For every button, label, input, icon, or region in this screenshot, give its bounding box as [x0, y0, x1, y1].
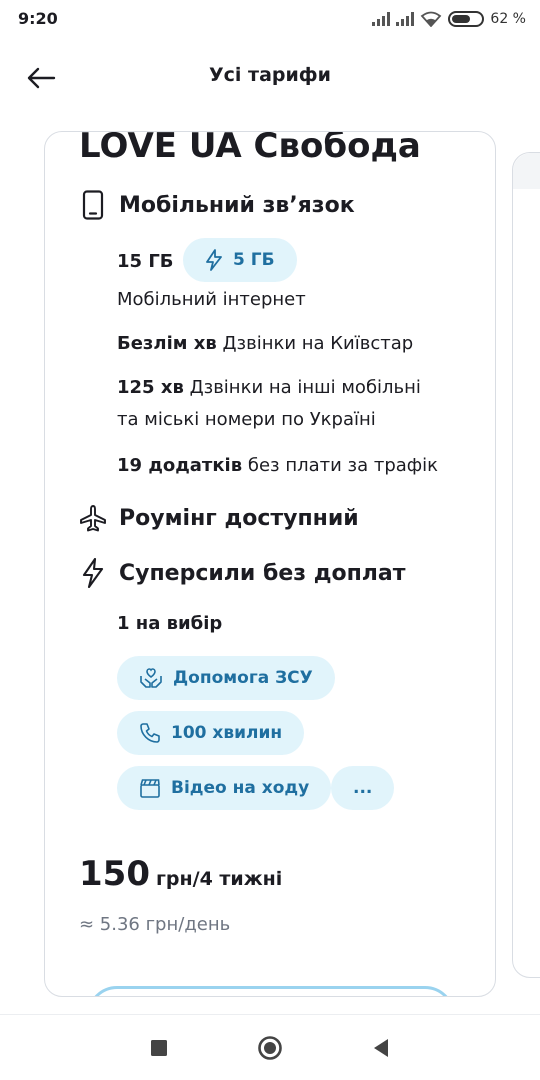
next-plan-card[interactable]: [512, 152, 540, 978]
calls-kyivstar: Безлім хв Дзвінки на Київстар: [117, 328, 413, 360]
wifi-icon: [421, 11, 442, 27]
section-superpowers-title: Суперсили без доплат: [119, 560, 406, 586]
calls-other: 125 хв Дзвінки на інші мобільні: [117, 372, 421, 404]
phone-icon: [79, 190, 107, 220]
option-label-minutes: 100 хвилин: [171, 723, 283, 743]
clapperboard-icon: [140, 779, 160, 798]
square-icon: [151, 1040, 167, 1056]
apps-amount: 19 додатків: [117, 455, 243, 476]
apps-free: 19 додатків без плати за трафік: [117, 450, 438, 482]
lightning-icon: [79, 558, 107, 588]
option-chip-zsu[interactable]: Допомога ЗСУ: [117, 656, 335, 700]
superpowers-choice: 1 на вибір: [117, 613, 223, 634]
page-title: Усі тарифи: [209, 64, 331, 86]
status-icons: 62 %: [372, 9, 526, 29]
plan-card: LOVE UA Свобода Мобільний зв’язок 15 ГБ …: [44, 131, 496, 997]
more-options-label: ...: [353, 778, 373, 798]
price-per-day: ≈ 5.36 грн/день: [79, 914, 231, 935]
recents-button[interactable]: [146, 1035, 172, 1061]
bonus-data-label: 5 ГБ: [233, 250, 275, 270]
phone-call-icon: [140, 723, 160, 743]
battery-icon: [448, 11, 485, 27]
triangle-back-icon: [374, 1039, 388, 1057]
calls-other-text: Дзвінки на інші мобільні: [183, 377, 421, 398]
navigation-bar: [0, 1014, 540, 1080]
price-value: 150: [79, 854, 150, 894]
section-roaming: Роумінг доступний: [79, 503, 359, 533]
data-label: Мобільний інтернет: [117, 289, 306, 310]
apps-text: без плати за трафік: [242, 455, 439, 476]
status-bar: 9:20 62 %: [0, 0, 540, 40]
calls-kyivstar-text: Дзвінки на Київстар: [216, 333, 414, 354]
section-mobile-title: Мобільний зв’язок: [119, 192, 355, 218]
calls-other-amount: 125 хв: [117, 377, 184, 398]
circle-icon: [258, 1036, 282, 1060]
more-options-chip[interactable]: ...: [331, 766, 395, 810]
option-chip-minutes[interactable]: 100 хвилин: [117, 711, 305, 755]
plane-icon: [79, 503, 107, 533]
section-superpowers: Суперсили без доплат: [79, 558, 406, 588]
next-plan-card-header: [513, 153, 540, 189]
battery-fill: [452, 15, 470, 23]
calls-other-text-2: та міські номери по Україні: [117, 409, 376, 430]
select-plan-button[interactable]: [87, 986, 455, 996]
battery-percent: 62 %: [490, 11, 526, 27]
price-unit: грн/4 тижні: [155, 868, 283, 890]
heart-hands-icon: [140, 668, 162, 688]
bonus-data-chip[interactable]: 5 ГБ: [183, 238, 297, 282]
option-chip-video[interactable]: Відео на ходу: [117, 766, 332, 810]
section-roaming-title: Роумінг доступний: [119, 505, 359, 531]
header: Усі тарифи: [0, 48, 540, 108]
screen: 9:20 62 % Усі тарифи LOVE UA Свобода Моб…: [0, 0, 540, 1080]
option-label-video: Відео на ходу: [171, 778, 310, 798]
calls-kyivstar-amount: Безлім хв: [117, 333, 217, 354]
data-amount: 15 ГБ: [117, 251, 174, 272]
signal-icon: [372, 12, 391, 26]
signal-icon: [396, 12, 415, 26]
lightning-icon: [206, 249, 222, 271]
home-button[interactable]: [257, 1035, 283, 1061]
plan-title: LOVE UA Свобода: [79, 131, 421, 166]
price: 150 грн/4 тижні: [79, 854, 282, 894]
back-nav-button[interactable]: [368, 1035, 394, 1061]
section-mobile: Мобільний зв’язок: [79, 190, 355, 220]
status-time: 9:20: [18, 9, 58, 28]
option-label-zsu: Допомога ЗСУ: [173, 668, 313, 688]
